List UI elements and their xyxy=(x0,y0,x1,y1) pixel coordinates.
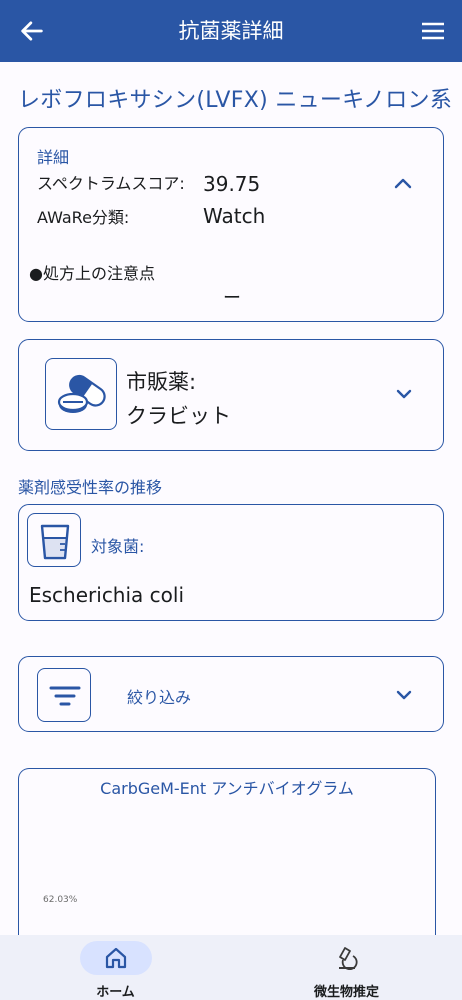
target-organism-value: Escherichia coli xyxy=(29,583,184,607)
filter-icon xyxy=(37,668,91,722)
home-icon xyxy=(105,947,127,969)
filter-card[interactable]: 絞り込み xyxy=(18,656,444,732)
market-drug-label: 市販薬: xyxy=(126,370,197,394)
beaker-icon xyxy=(27,513,81,567)
susceptibility-section-label: 薬剤感受性率の推移 xyxy=(18,478,163,497)
chevron-up-icon[interactable] xyxy=(393,176,413,190)
prescription-note-label: ●処方上の注意点 xyxy=(29,264,155,283)
market-drug-card[interactable]: 市販薬: クラビット xyxy=(18,339,444,451)
filter-label: 絞り込み xyxy=(127,688,192,707)
drug-title: レボフロキサシン(LVFX) ニューキノロン系 xyxy=(18,88,453,113)
detail-header: 詳細 xyxy=(37,148,70,167)
app-bar: 抗菌薬詳細 xyxy=(0,0,462,62)
spectrum-score-value: 39.75 xyxy=(203,172,261,196)
chart-tick-label: 62.03% xyxy=(43,895,78,905)
page-title: 抗菌薬詳細 xyxy=(178,19,284,43)
nav-label-home: ホーム xyxy=(96,985,135,1000)
detail-card[interactable]: 詳細 スペクトラムスコア: 39.75 AWaRe分類: Watch ●処方上の… xyxy=(18,127,444,322)
prescription-note-value: ー xyxy=(223,288,241,309)
nav-label-microbe-estimation: 微生物推定 xyxy=(313,985,379,1000)
chevron-down-icon[interactable] xyxy=(395,388,413,400)
nav-item-microbe-estimation[interactable]: 微生物推定 xyxy=(231,935,462,1000)
spectrum-score-label: スペクトラムスコア: xyxy=(37,174,185,193)
bottom-navigation: ホーム 微生物推定 xyxy=(0,935,462,1000)
target-organism-card[interactable]: 対象菌: Escherichia coli xyxy=(18,504,444,621)
aware-label: AWaRe分類: xyxy=(37,208,130,227)
antibiogram-chart-card: CarbGeM-Ent アンチバイオグラム 62.03% xyxy=(18,768,436,938)
market-drug-name: クラビット xyxy=(126,404,231,428)
chart-title: CarbGeM-Ent アンチバイオグラム xyxy=(100,779,354,798)
pills-icon xyxy=(45,358,117,430)
microscope-icon xyxy=(339,947,358,970)
hamburger-menu-icon[interactable] xyxy=(420,19,446,43)
target-organism-label: 対象菌: xyxy=(91,537,145,556)
nav-item-home[interactable]: ホーム xyxy=(0,935,231,1000)
chevron-down-icon[interactable] xyxy=(395,689,413,701)
aware-value: Watch xyxy=(203,204,266,228)
